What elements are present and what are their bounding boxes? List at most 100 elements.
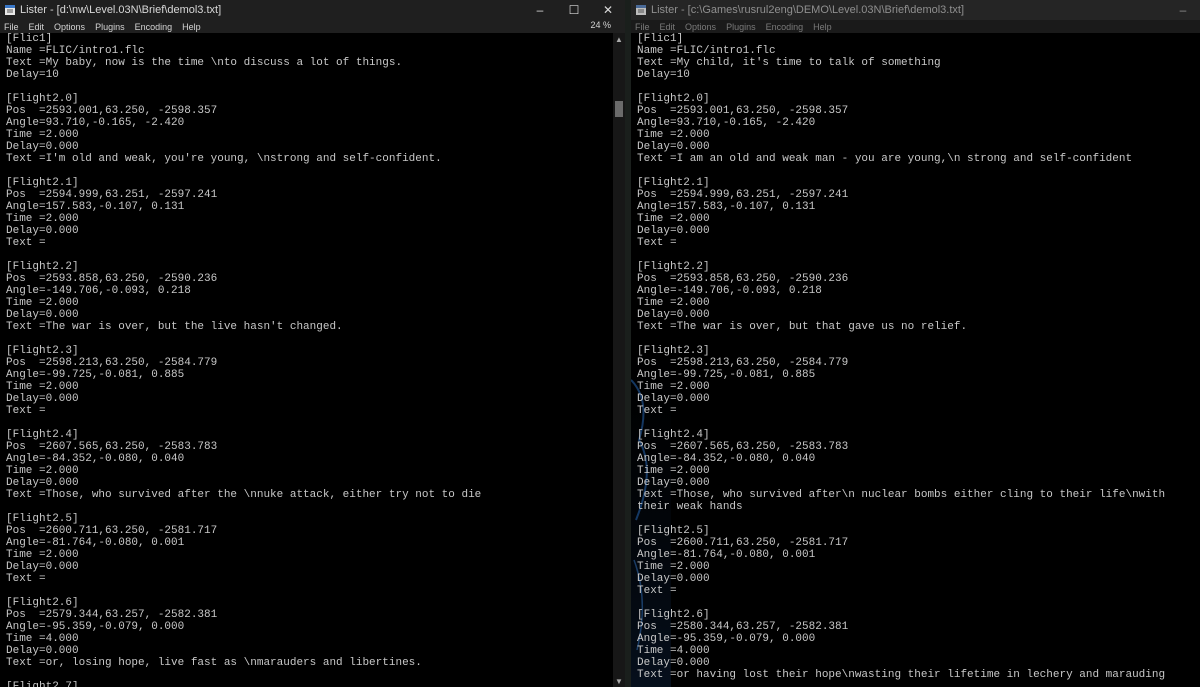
text-line: Angle=93.710,-0.165, -2.420 (6, 117, 185, 129)
text-line: [Flight2.2] (637, 261, 710, 273)
window-title: Lister - [c:\Games\rusrul2eng\DEMO\Level… (651, 4, 965, 16)
text-line: Text =The war is over, but that gave us … (637, 321, 968, 333)
text-line: Time =4.000 (6, 633, 79, 645)
text-line: Angle=-81.764,-0.080, 0.001 (637, 549, 816, 561)
text-view[interactable]: [Flic1] Name =FLIC/intro1.flc Text =My bab… (6, 33, 606, 687)
menu-edit[interactable]: Edit (655, 22, 681, 32)
text-line: [Flight2.6] (637, 609, 710, 621)
text-line: Delay=0.000 (6, 141, 79, 153)
text-line: Time =2.000 (637, 129, 710, 141)
scroll-thumb[interactable] (615, 101, 623, 117)
text-line: Text =My child, it's time to talk of som… (637, 57, 941, 69)
text-line: Text = (637, 405, 677, 417)
text-line: [Flight2.1] (6, 177, 79, 189)
menu-help[interactable]: Help (808, 22, 837, 32)
text-line (6, 249, 606, 261)
text-line (637, 513, 1187, 525)
text-line: Time =2.000 (637, 465, 710, 477)
text-line (6, 417, 606, 429)
text-line: Delay=0.000 (637, 477, 710, 489)
text-line: Delay=0.000 (637, 225, 710, 237)
text-line: Time =2.000 (6, 129, 79, 141)
text-line: Delay=0.000 (637, 573, 710, 585)
title-bar[interactable]: Lister - [c:\Games\rusrul2eng\DEMO\Level… (631, 0, 1200, 20)
text-line: Time =2.000 (6, 549, 79, 561)
title-bar[interactable]: Lister - [d:\nw\Level.03N\Brief\demol3.t… (0, 0, 625, 20)
text-line: Angle=-81.764,-0.080, 0.001 (6, 537, 185, 549)
text-line: Text =or having lost their hope\nwasting… (637, 669, 1166, 681)
text-line: Time =4.000 (637, 645, 710, 657)
menu-file[interactable]: File (0, 22, 24, 32)
text-line: Delay=0.000 (637, 309, 710, 321)
text-line: Pos =2594.999,63.251, -2597.241 (637, 189, 849, 201)
text-line: Time =2.000 (637, 297, 710, 309)
close-button[interactable]: ✕ (591, 0, 625, 20)
text-line: [Flight2.7] (6, 681, 79, 687)
menu-options[interactable]: Options (49, 22, 90, 32)
minimize-button[interactable]: – (1166, 0, 1200, 20)
text-line (6, 165, 606, 177)
menu-bar: File Edit Options Plugins Encoding Help (631, 20, 1200, 33)
text-line: Pos =2607.565,63.250, -2583.783 (6, 441, 218, 453)
text-line: Name =FLIC/intro1.flc (6, 45, 145, 57)
text-line: Delay=0.000 (637, 657, 710, 669)
text-line: Delay=10 (637, 69, 690, 81)
text-line: Text =The war is over, but the live hasn… (6, 321, 343, 333)
window-title: Lister - [d:\nw\Level.03N\Brief\demol3.t… (20, 4, 222, 16)
text-line: Time =2.000 (6, 465, 79, 477)
vertical-scrollbar[interactable]: ▲ ▼ (613, 33, 625, 687)
scroll-up-arrow-icon[interactable]: ▲ (613, 33, 625, 45)
text-line: Angle=-149.706,-0.093, 0.218 (6, 285, 191, 297)
text-line: [Flight2.5] (6, 513, 79, 525)
text-line: [Flight2.5] (637, 525, 710, 537)
text-line: their weak hands (637, 501, 743, 513)
text-line: Delay=0.000 (6, 309, 79, 321)
lister-window-right: Lister - [c:\Games\rusrul2eng\DEMO\Level… (631, 0, 1200, 687)
text-line: [Flic1] (637, 33, 684, 45)
maximize-button[interactable]: ☐ (557, 0, 591, 20)
text-line (637, 81, 1187, 93)
text-line: [Flight2.1] (637, 177, 710, 189)
text-line: Delay=0.000 (637, 393, 710, 405)
scroll-down-arrow-icon[interactable]: ▼ (613, 675, 625, 687)
text-line: Delay=0.000 (637, 141, 710, 153)
text-line (637, 597, 1187, 609)
text-line: Pos =2598.213,63.250, -2584.779 (637, 357, 849, 369)
text-line: [Flight2.0] (6, 93, 79, 105)
text-line: [Flight2.2] (6, 261, 79, 273)
menu-plugins[interactable]: Plugins (721, 22, 761, 32)
text-line: Time =2.000 (637, 213, 710, 225)
menu-help[interactable]: Help (177, 22, 206, 32)
text-line: Delay=0.000 (6, 477, 79, 489)
text-line: Time =2.000 (637, 561, 710, 573)
menu-encoding[interactable]: Encoding (130, 22, 178, 32)
text-line: Text =Those, who survived after the \nnu… (6, 489, 482, 501)
text-line: Angle=-149.706,-0.093, 0.218 (637, 285, 822, 297)
lister-icon (635, 4, 647, 16)
text-line (637, 249, 1187, 261)
text-line: Text = (637, 585, 677, 597)
text-line: Delay=0.000 (6, 561, 79, 573)
text-line (6, 669, 606, 681)
text-line: [Flic1] (6, 33, 53, 45)
text-line: Angle=-84.352,-0.080, 0.040 (637, 453, 816, 465)
text-line: Text =Those, who survived after\n nuclea… (637, 489, 1166, 501)
text-line: Pos =2594.999,63.251, -2597.241 (6, 189, 218, 201)
text-line: Time =2.000 (6, 213, 79, 225)
text-line: Pos =2579.344,63.257, -2582.381 (6, 609, 218, 621)
text-line: Angle=157.583,-0.107, 0.131 (637, 201, 816, 213)
menu-file[interactable]: File (631, 22, 655, 32)
text-line: [Flight2.3] (637, 345, 710, 357)
menu-options[interactable]: Options (680, 22, 721, 32)
menu-plugins[interactable]: Plugins (90, 22, 130, 32)
text-line: [Flight2.4] (637, 429, 710, 441)
menu-bar: File Edit Options Plugins Encoding Help … (0, 20, 625, 33)
menu-encoding[interactable]: Encoding (761, 22, 809, 32)
text-line: [Flight2.3] (6, 345, 79, 357)
text-line: Text =I'm old and weak, you're young, \n… (6, 153, 442, 165)
text-view[interactable]: [Flic1] Name =FLIC/intro1.flc Text =My chi… (637, 33, 1187, 687)
text-line (637, 165, 1187, 177)
minimize-button[interactable]: – (523, 0, 557, 20)
menu-edit[interactable]: Edit (24, 22, 50, 32)
text-line: Time =2.000 (6, 297, 79, 309)
